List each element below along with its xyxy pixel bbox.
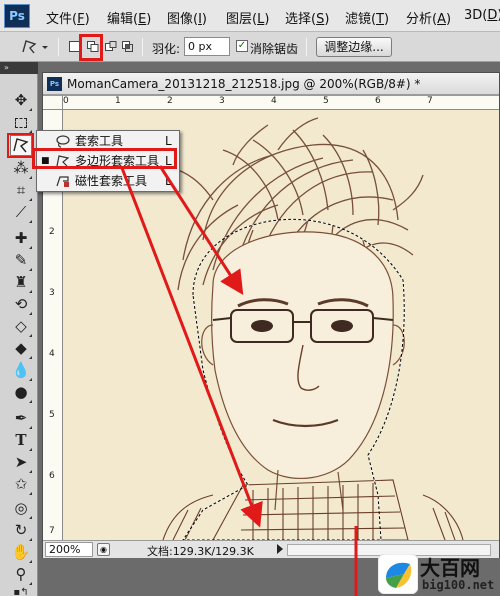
ruler-number: 7 xyxy=(49,526,55,536)
zoom-field[interactable]: 200% xyxy=(45,542,93,557)
ruler-number: 5 xyxy=(49,410,55,420)
3d-rotate-tool-icon[interactable]: ◎ xyxy=(10,498,32,519)
document-tab[interactable]: Ps MomanCamera_20131218_212518.jpg @ 200… xyxy=(43,73,499,95)
document-ps-icon: Ps xyxy=(47,77,62,91)
flyout-item-label: 磁性套索工具 xyxy=(75,174,148,188)
options-bar: 羽化: 0 px ✓ 消除锯齿 调整边缘... xyxy=(0,32,500,62)
crop-tool-icon[interactable]: ⌗ xyxy=(10,180,32,201)
magnetic-lasso-icon xyxy=(55,174,71,188)
dodge-tool-icon[interactable]: ● xyxy=(10,382,32,403)
menu-analysis[interactable]: 分析(A) xyxy=(406,8,451,27)
subtract-from-selection-icon[interactable] xyxy=(104,40,118,53)
hand-tool-icon[interactable]: ✋ xyxy=(10,542,32,563)
ruler-number: 3 xyxy=(49,288,55,298)
toolbox-grip[interactable]: » xyxy=(0,62,38,74)
path-selection-tool-icon[interactable]: ➤ xyxy=(10,452,32,473)
separator xyxy=(58,38,59,56)
menu-label: 图像( xyxy=(167,12,199,27)
clone-stamp-tool-icon[interactable]: ♜ xyxy=(10,272,32,293)
watermark-url: big100.net xyxy=(422,578,495,592)
eyedropper-tool-icon[interactable]: ⟋ xyxy=(10,202,32,223)
menu-label: 图层( xyxy=(226,12,258,27)
ruler-number: 6 xyxy=(375,96,381,106)
eraser-tool-icon[interactable]: ◇ xyxy=(10,316,32,337)
menu-label: 选择( xyxy=(285,12,317,27)
menu-label: 3D( xyxy=(464,8,488,23)
menu-image[interactable]: 图像(I) xyxy=(167,8,207,27)
menu-paren: ) xyxy=(264,12,270,27)
menu-filter[interactable]: 滤镜(T) xyxy=(345,8,389,27)
menu-paren: ) xyxy=(84,12,90,27)
menu-label: 文件( xyxy=(46,12,78,27)
ruler-number: 0 xyxy=(63,96,69,106)
history-brush-tool-icon[interactable]: ⟲ xyxy=(10,294,32,315)
menu-select[interactable]: 选择(S) xyxy=(285,8,329,27)
ruler-number: 4 xyxy=(49,349,55,359)
menu-paren: ) xyxy=(324,12,330,27)
paint-bucket-tool-icon[interactable]: ◆ xyxy=(10,338,32,359)
pen-tool-icon[interactable]: ✒ xyxy=(10,408,32,429)
blur-tool-icon[interactable]: 💧 xyxy=(10,360,32,381)
intersect-selection-icon[interactable] xyxy=(121,40,135,53)
photoshop-logo: Ps xyxy=(4,4,30,28)
feather-label: 羽化: xyxy=(152,42,181,56)
ruler-number: 3 xyxy=(219,96,225,106)
antialias-label: 消除锯齿 xyxy=(250,42,299,56)
menu-paren: ) xyxy=(445,12,452,27)
watermark-logo-icon xyxy=(378,554,418,594)
menu-label: 滤镜( xyxy=(345,12,377,27)
highlight-box-lasso-tool xyxy=(7,133,34,158)
swap-colors-icon[interactable]: ▪↰ xyxy=(10,582,32,596)
menu-label: 分析( xyxy=(406,12,438,27)
ruler-origin[interactable] xyxy=(43,96,63,110)
status-menu-icon[interactable]: ◉ xyxy=(97,543,110,556)
lasso-icon xyxy=(55,134,71,148)
tool-preset-picker[interactable] xyxy=(20,38,50,56)
menu-key: T xyxy=(376,12,385,27)
menu-label: 编辑( xyxy=(107,12,139,27)
highlight-box-polygonal-lasso xyxy=(32,148,177,169)
feather-input[interactable]: 0 px xyxy=(184,37,230,56)
highlight-box-selection-mode xyxy=(79,34,103,61)
flyout-item-shortcut: L xyxy=(165,174,172,188)
menu-layer[interactable]: 图层(L) xyxy=(226,8,269,27)
ruler-number: 2 xyxy=(167,96,173,106)
antialias-checkbox[interactable]: ✓ xyxy=(236,40,248,52)
ruler-number: 6 xyxy=(49,471,55,481)
menu-key: F xyxy=(77,12,85,27)
custom-shape-tool-icon[interactable]: ✩ xyxy=(10,474,32,495)
move-tool-icon[interactable]: ✥ xyxy=(10,90,32,111)
ruler-number: 1 xyxy=(115,96,121,106)
ruler-number: 7 xyxy=(427,96,433,106)
separator xyxy=(306,38,307,56)
menu-3d[interactable]: 3D(D) xyxy=(464,8,500,23)
ruler-number: 5 xyxy=(323,96,329,106)
menu-bar: Ps 文件(F) 编辑(E) 图像(I) 图层(L) 选择(S) 滤镜(T) 分… xyxy=(0,0,500,32)
menu-paren: ) xyxy=(201,12,207,27)
magic-wand-tool-icon[interactable]: ⁂ xyxy=(10,158,32,179)
status-arrow-icon[interactable] xyxy=(277,544,283,554)
watermark-text: 大百网 xyxy=(420,556,480,580)
marquee-tool-icon[interactable] xyxy=(10,112,32,133)
menu-key: D xyxy=(487,8,498,23)
separator xyxy=(142,38,143,56)
ruler-number: 2 xyxy=(49,227,55,237)
watermark: 大百网 big100.net xyxy=(376,552,500,596)
3d-orbit-tool-icon[interactable]: ↻ xyxy=(10,520,32,541)
menu-edit[interactable]: 编辑(E) xyxy=(107,8,151,27)
document-title: MomanCamera_20131218_212518.jpg @ 200%(R… xyxy=(67,77,421,91)
ruler-number: 4 xyxy=(271,96,277,106)
brush-tool-icon[interactable]: ✎ xyxy=(10,250,32,271)
type-tool-icon[interactable]: T xyxy=(10,430,32,451)
flyout-item-magnetic-lasso[interactable]: 磁性套索工具 L xyxy=(37,171,179,191)
menu-paren: ) xyxy=(146,12,152,27)
polygonal-lasso-icon xyxy=(22,40,48,54)
horizontal-ruler[interactable]: 0 1 2 3 4 5 6 7 xyxy=(63,96,499,110)
menu-file[interactable]: 文件(F) xyxy=(46,8,90,27)
healing-brush-tool-icon[interactable]: ✚ xyxy=(10,228,32,249)
menu-paren: ) xyxy=(384,12,390,27)
menu-key: A xyxy=(437,12,446,27)
refine-edge-button[interactable]: 调整边缘... xyxy=(316,37,392,57)
document-size: 文档:129.3K/129.3K xyxy=(147,545,254,558)
